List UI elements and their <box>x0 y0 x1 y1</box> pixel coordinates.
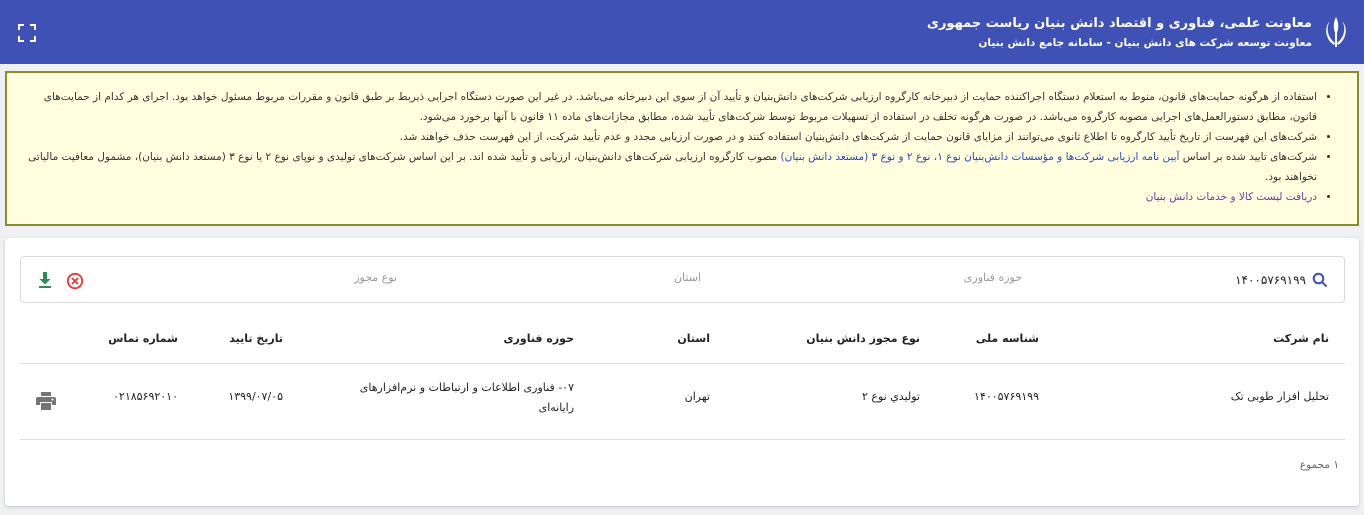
total-count: ۱ مجموع <box>1299 459 1339 471</box>
search-icon[interactable] <box>1312 272 1328 288</box>
header-national-id: شناسه ملی <box>975 332 1039 345</box>
app-header: معاونت علمی، فناوری و اقتصاد دانش بنیان … <box>0 0 1364 64</box>
notice-text-2: شرکت‌های این فهرست از تاریخ تأیید کارگرو… <box>399 131 1317 143</box>
print-icon[interactable] <box>36 392 56 410</box>
products-list-link[interactable]: دریافت لیست کالا و خدمات دانش بنیان <box>1146 191 1317 203</box>
province-filter[interactable]: استان <box>674 271 701 284</box>
header-subtitle: معاونت توسعه شرکت های دانش بنیان - سامان… <box>978 36 1312 49</box>
notice-item: استفاده از هرگونه حمایت‌های قانون، منوط … <box>25 87 1317 127</box>
license-type-filter[interactable]: نوع مجوز <box>354 271 397 284</box>
header-tech: حوزه فناوری <box>503 332 574 345</box>
header-name: نام شرکت <box>1273 332 1329 345</box>
header-province: استان <box>677 332 710 345</box>
search-bar: حوزه فناوری استان نوع مجوز <box>20 256 1345 303</box>
table-header-row: نام شرکت شناسه ملی نوع مجوز دانش بنیان ا… <box>20 318 1345 364</box>
brand: معاونت علمی، فناوری و اقتصاد دانش بنیان … <box>927 12 1352 52</box>
regulation-link[interactable]: آیین نامه ارزیابی شرکت‌ها و مؤسسات دانش‌… <box>781 151 1180 163</box>
header-date: تاریخ تایید <box>229 332 283 345</box>
notice-box: استفاده از هرگونه حمایت‌های قانون، منوط … <box>5 71 1359 226</box>
header-license: نوع مجوز دانش بنیان <box>806 332 920 345</box>
tech-field-filter[interactable]: حوزه فناوری <box>964 271 1022 284</box>
header-phone: شماره تماس <box>108 332 178 345</box>
cell-tech: ۰۷- فناوری اطلاعات و ارتباطات و نرم‌افزا… <box>359 381 574 414</box>
cell-date: ۱۳۹۹/۰۷/۰۵ <box>228 390 283 403</box>
notice-text-3a: شرکت‌های تایید شده بر اساس <box>1179 151 1317 163</box>
cell-name: تحلیل افزار طوبی تک <box>1230 390 1329 403</box>
cell-license: توليدي نوع ۲ <box>861 390 920 403</box>
fullscreen-icon[interactable] <box>18 24 36 42</box>
search-input[interactable] <box>1156 269 1306 291</box>
results-card: حوزه فناوری استان نوع مجوز نام شرکت شناس… <box>5 238 1359 506</box>
cell-national-id: ۱۴۰۰۵۷۶۹۱۹۹ <box>974 390 1039 403</box>
cell-phone: ۰۲۱۸۵۶۹۲۰۱۰ <box>113 390 178 403</box>
notice-item: شرکت‌های تایید شده بر اساس آیین نامه ارز… <box>25 147 1317 187</box>
notice-item: دریافت لیست کالا و خدمات دانش بنیان <box>25 187 1317 207</box>
companies-table: نام شرکت شناسه ملی نوع مجوز دانش بنیان ا… <box>20 318 1345 440</box>
clear-icon[interactable] <box>66 272 84 290</box>
iran-emblem-icon <box>1320 12 1352 52</box>
notice-item: شرکت‌های این فهرست از تاریخ تأیید کارگرو… <box>25 127 1317 147</box>
notice-text-1: استفاده از هرگونه حمایت‌های قانون، منوط … <box>43 91 1317 123</box>
cell-province: تهران <box>684 390 710 403</box>
table-row: تحلیل افزار طوبی تک ۱۴۰۰۵۷۶۹۱۹۹ توليدي ن… <box>20 364 1345 440</box>
download-icon[interactable] <box>37 271 53 289</box>
header-title: معاونت علمی، فناوری و اقتصاد دانش بنیان … <box>927 15 1312 31</box>
